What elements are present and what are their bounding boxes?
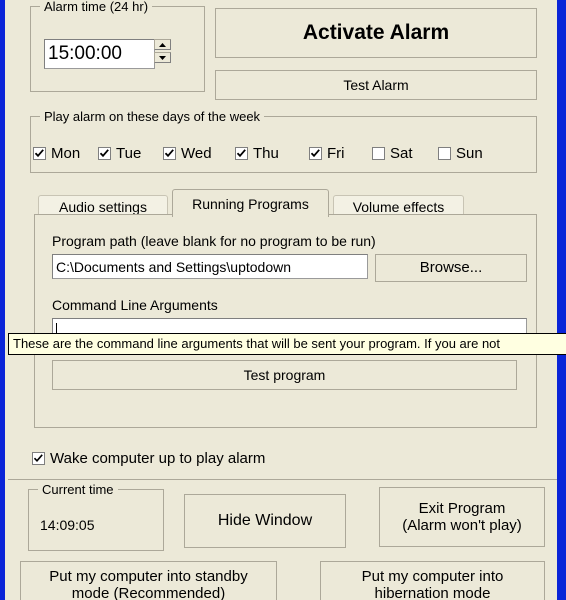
program-path-input[interactable]: C:\Documents and Settings\uptodown [52,254,368,279]
test-program-label: Test program [243,366,326,383]
spin-up-arrow-icon [159,42,166,47]
day-label-mon: Mon [51,145,81,162]
hide-window-button[interactable]: Hide Window [184,494,346,548]
activate-alarm-button[interactable]: Activate Alarm [215,8,537,58]
hide-window-label: Hide Window [217,511,313,529]
tab-running-programs[interactable]: Running Programs [172,189,329,217]
day-label-thu: Thu [253,145,279,162]
program-path-label: Program path (leave blank for no program… [52,233,376,249]
standby-label: Put my computer into standby mode (Recom… [49,567,248,600]
hibernate-button[interactable]: Put my computer into hibernation mode [320,561,545,600]
checkmark-icon [34,454,43,462]
program-path-value: C:\Documents and Settings\uptodown [56,258,292,275]
checkmark-icon [35,149,44,158]
current-time-value: 14:09:05 [40,517,95,533]
browse-label: Browse... [419,259,483,277]
wake-computer-checkbox-box[interactable] [32,452,45,465]
browse-button[interactable]: Browse... [375,254,527,282]
day-checkbox-sun[interactable]: Sun [438,145,483,162]
checkmark-icon [237,149,246,158]
day-label-tue: Tue [116,145,142,162]
exit-program-label: Exit Program (Alarm won't play) [402,499,522,534]
day-checkbox-box-sat[interactable] [372,147,385,160]
days-of-week-caption: Play alarm on these days of the week [40,109,265,124]
alarm-clock-window: Alarm time (24 hr) 15:00:00 Activate Ala… [0,0,566,600]
day-label-wed: Wed [181,145,212,162]
day-checkbox-sat[interactable]: Sat [372,145,413,162]
hibernate-label: Put my computer into hibernation mode [361,567,504,600]
wake-computer-checkbox[interactable]: Wake computer up to play alarm [32,450,265,467]
day-checkbox-box-thu[interactable] [235,147,248,160]
day-label-sat: Sat [390,145,413,162]
checkmark-icon [165,149,174,158]
alarm-time-spinner[interactable] [154,39,171,63]
day-checkbox-fri[interactable]: Fri [309,145,345,162]
spin-down-button[interactable] [154,52,171,63]
tab-label: Volume effects [352,198,445,215]
client-area: Alarm time (24 hr) 15:00:00 Activate Ala… [8,0,557,600]
day-checkbox-mon[interactable]: Mon [33,145,80,162]
day-checkbox-thu[interactable]: Thu [235,145,279,162]
alarm-time-caption: Alarm time (24 hr) [40,0,153,14]
activate-alarm-label: Activate Alarm [302,20,450,44]
current-time-caption: Current time [38,482,118,497]
tooltip-text: These are the command line arguments tha… [13,336,501,351]
day-checkbox-box-fri[interactable] [309,147,322,160]
spin-down-arrow-icon [159,55,166,60]
test-alarm-button[interactable]: Test Alarm [215,70,537,100]
test-program-button[interactable]: Test program [52,360,517,390]
wake-computer-label: Wake computer up to play alarm [50,450,266,467]
day-checkbox-box-tue[interactable] [98,147,111,160]
alarm-time-input[interactable]: 15:00:00 [44,39,155,69]
bottom-bar-divider [8,479,557,480]
tab-label: Audio settings [59,198,147,215]
command-line-label: Command Line Arguments [52,297,218,313]
day-label-fri: Fri [327,145,345,162]
test-alarm-label: Test Alarm [343,76,409,93]
alarm-time-value: 15:00:00 [48,43,122,64]
spin-up-button[interactable] [154,39,171,50]
day-checkbox-box-mon[interactable] [33,147,46,160]
command-line-tooltip: These are the command line arguments tha… [8,333,566,355]
checkmark-icon [100,149,109,158]
day-checkbox-box-wed[interactable] [163,147,176,160]
window-border-right [557,0,566,600]
day-checkbox-tue[interactable]: Tue [98,145,141,162]
exit-program-button[interactable]: Exit Program (Alarm won't play) [379,487,545,547]
tab-strip: Audio settings Running Programs Volume eff… [34,189,493,217]
checkmark-icon [311,149,320,158]
tab-label: Running Programs [192,195,309,212]
standby-button[interactable]: Put my computer into standby mode (Recom… [20,561,277,600]
day-label-sun: Sun [456,145,483,162]
day-checkbox-wed[interactable]: Wed [163,145,212,162]
day-checkbox-box-sun[interactable] [438,147,451,160]
